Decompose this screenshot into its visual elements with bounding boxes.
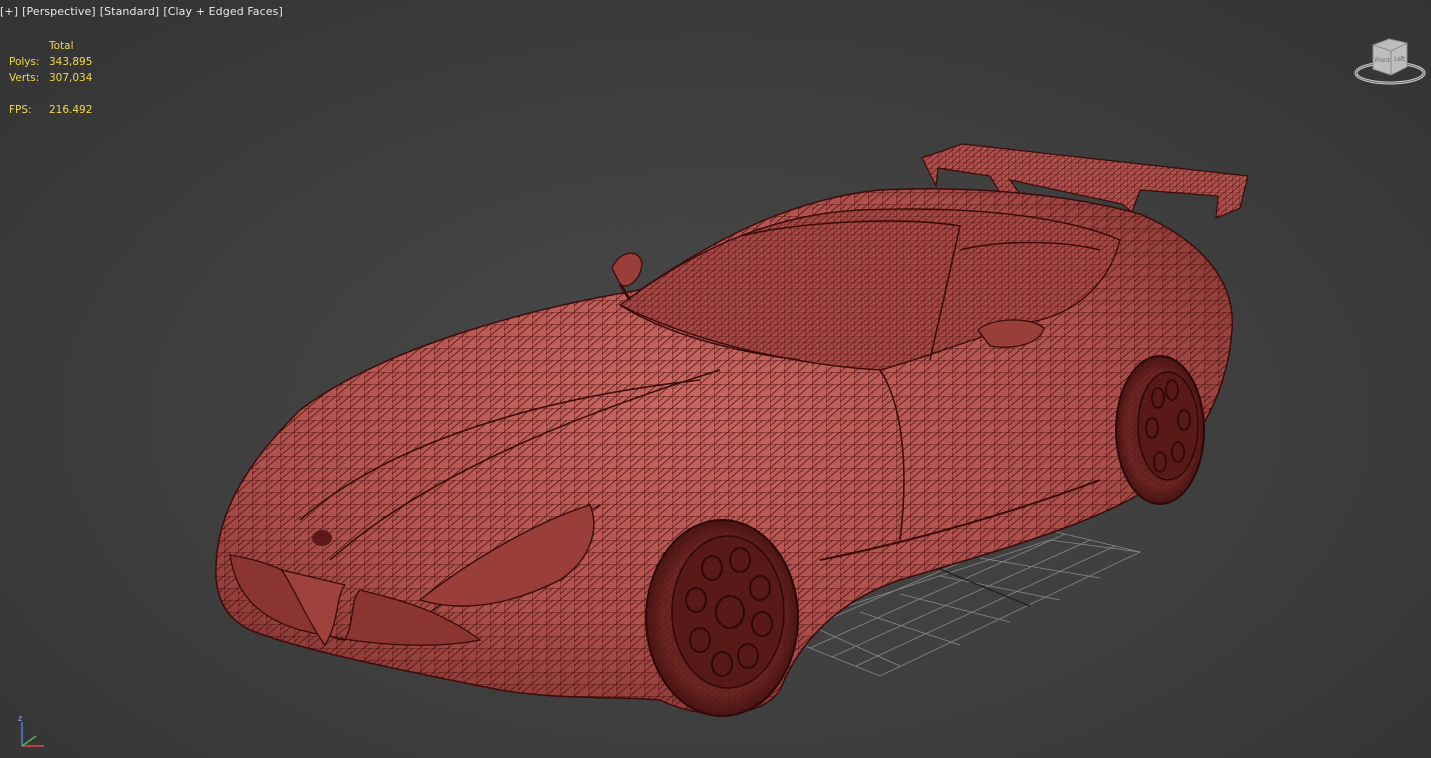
perspective-viewport[interactable]: [+] [Perspective] [Standard] [Clay + Edged …	[0, 0, 1431, 758]
rear-wheel	[1115, 355, 1205, 505]
front-wheel	[645, 519, 799, 717]
axis-tripod-icon: z	[18, 714, 44, 747]
viewcube-icon[interactable]: Front Left	[1353, 35, 1427, 87]
scene-render	[215, 143, 1249, 717]
viewcube-left-label: Left	[1394, 56, 1406, 63]
axis-z-label: z	[18, 714, 22, 723]
viewcube-front-label: Front	[1375, 57, 1391, 64]
